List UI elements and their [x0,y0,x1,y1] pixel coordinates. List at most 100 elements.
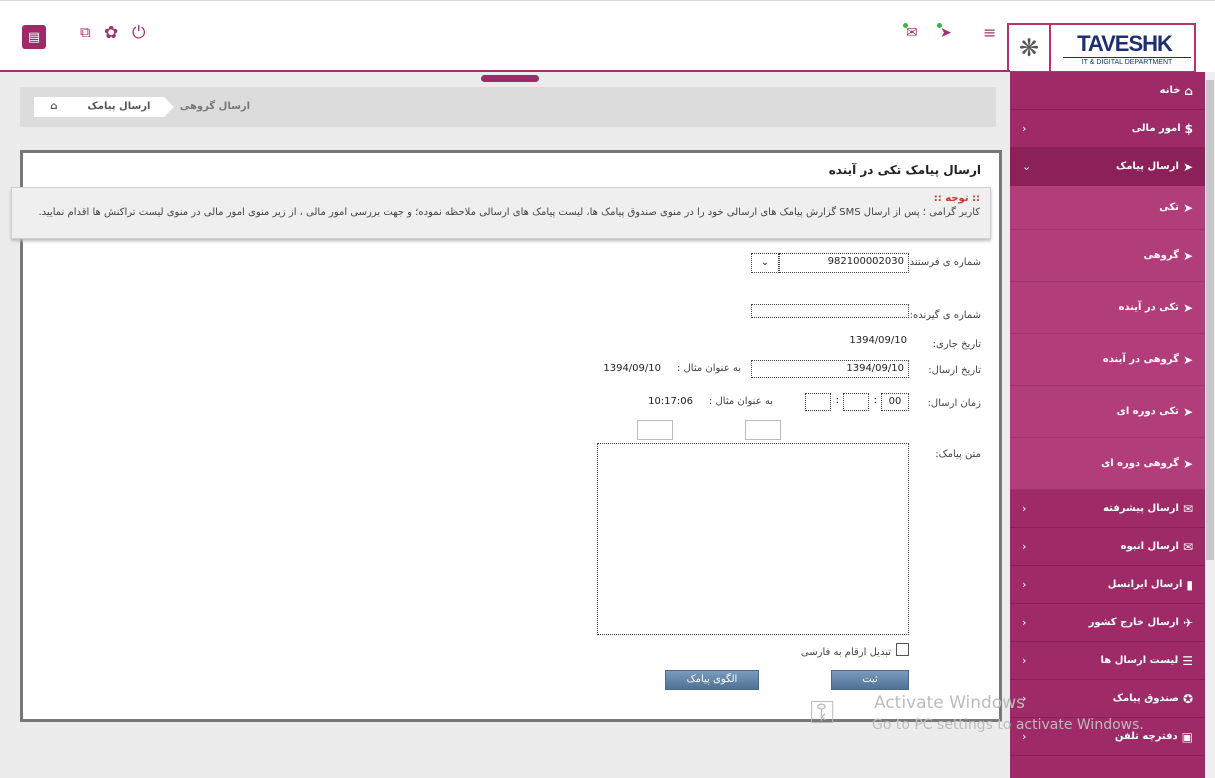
sender-select[interactable]: 982100002030 [779,253,909,273]
sidebar-item-bulk-send[interactable]: ✉ ارسال انبوه ‹ [1010,528,1205,566]
sidebar-item-home[interactable]: ⌂ خانه [1010,72,1205,110]
send-icon: ➤ [1182,404,1193,419]
form-panel: ارسال پیامک تکی در آینده :: توجه :: کارب… [11,150,1002,722]
sidebar-item-label: ارسال انبوه [1120,541,1179,552]
sidebar-item-label: ارسال پیامک [1115,161,1179,172]
sidebar-subitem-single-future[interactable]: ➤ تکی در آینده [1010,282,1205,334]
sms-template-button[interactable]: الگوی پیامک [665,670,759,690]
send-time-example-value: 10:17:06 [648,396,693,407]
chevron-left-icon: ‹ [1022,502,1027,515]
logo-department: IT & DIGITAL DEPARTMENT [1063,57,1191,66]
watermark-line1: Activate Windows [874,693,1025,713]
message-textarea[interactable] [597,443,909,635]
list-icon: ☰ [1182,653,1193,668]
chevron-down-icon[interactable]: ⌄ [751,253,779,273]
logo-emblem-icon: ❋ [1009,25,1051,71]
sidebar-item-label: صندوق پیامک [1112,693,1179,704]
chevron-left-icon: ‹ [1022,616,1027,629]
chevron-left-icon: ‹ [1022,540,1027,553]
sidebar-subitem-label: تکی [1159,202,1179,213]
grid-icon[interactable]: ▤ [22,25,46,49]
convert-digits-label: تبدیل ارقام به فارسی [800,647,891,658]
send-icon: ➤ [1182,300,1193,315]
send-icon: ➤ [1182,352,1193,367]
company-logo: ❋ TAVESHK IT & DIGITAL DEPARTMENT [1007,23,1196,73]
logo-brand: TAVESHK [1077,31,1173,56]
menu-icon[interactable]: ≡ [983,23,996,42]
power-icon[interactable]: ⏻ [132,23,145,43]
sidebar-item-send-sms[interactable]: ➤ ارسال پیامک ⌄ [1010,148,1205,186]
send-status-dot [937,23,942,28]
mail-icon[interactable]: ✉ [906,25,918,41]
chevron-left-icon: ‹ [1022,654,1027,667]
page-title: ارسال پیامک تکی در آینده [828,163,981,177]
sidebar-subitem-label: گروهی در آینده [1102,354,1179,365]
plane-icon: ✈ [1182,615,1193,630]
sidebar-item-label: خانه [1159,85,1181,96]
sms-count-box [637,420,673,440]
sidebar-subitem-single-periodic[interactable]: ➤ تکی دوره ای [1010,386,1205,438]
submit-button[interactable]: ثبت [831,670,909,690]
send-time-minute-input[interactable] [843,393,869,411]
breadcrumb-item-group-send[interactable]: ارسال گروهی [170,97,260,117]
mail-status-dot [903,23,908,28]
sidebar-item-label: ارسال پیشرفته [1103,503,1179,514]
home-icon: ⌂ [1184,83,1193,98]
send-date-example-value: 1394/09/10 [603,363,661,374]
mail-icon: ✉ [1182,501,1193,516]
breadcrumb-item-send-sms[interactable]: ارسال پیامک [74,97,164,117]
send-time-example-label: به عنوان مثال : [708,396,773,407]
watermark-line2: Go to PC settings to activate Windows. [872,717,1144,733]
time-separator-2: : [835,395,839,406]
sidebar-item-label: امور مالی [1131,123,1181,134]
book-icon: ▣ [1181,729,1193,744]
receiver-input[interactable] [751,304,909,318]
current-date-value: 1394/09/10 [849,335,907,346]
dollar-icon: $ [1184,121,1193,136]
message-label: متن پیامک: [935,449,981,460]
current-date-label: تاریخ جاری: [932,339,981,350]
collapse-handle[interactable] [481,75,539,82]
sidebar-item-finance[interactable]: $ امور مالی ‹ [1010,110,1205,148]
scrollbar-thumb[interactable] [1206,80,1214,560]
copy-icon[interactable]: ⧉ [80,23,91,41]
notice-title: :: توجه :: [933,193,980,204]
sidebar-item-advanced-send[interactable]: ✉ ارسال پیشرفته ‹ [1010,490,1205,528]
chevron-left-icon: ‹ [1022,578,1027,591]
gear-icon[interactable]: ✿ [104,23,118,43]
send-date-input[interactable]: 1394/09/10 [751,360,909,378]
send-icon: ➤ [1182,159,1193,174]
convert-digits-checkbox[interactable] [896,643,909,656]
sidebar-item-label: ارسال خارج کشور [1088,617,1179,628]
send-time-second-input[interactable] [805,393,831,411]
breadcrumb-home-icon[interactable]: ⌂ [34,97,74,117]
sidebar-subitem-label: گروهی [1143,250,1179,261]
time-separator: : [873,395,877,406]
sidebar: ⌂ خانه $ امور مالی ‹ ➤ ارسال پیامک ⌄ ➤ ت… [1010,72,1205,778]
sender-label: شماره ی فرستنده: [900,257,981,268]
scrollbar[interactable] [1205,72,1215,778]
chevron-down-icon: ⌄ [1022,160,1032,173]
breadcrumb: ⌂ ارسال پیامک ارسال گروهی [20,87,996,127]
sim-icon: ▮ [1186,577,1193,592]
sidebar-item-label: لیست ارسال ها [1100,655,1179,666]
sidebar-subitem-label: تکی در آینده [1118,302,1179,313]
char-count-box [745,420,781,440]
send-icon: ➤ [1182,248,1193,263]
sidebar-item-label: ارسال ایرانسل [1107,579,1183,590]
send-date-label: تاریخ ارسال: [928,365,981,376]
sidebar-item-irancell-send[interactable]: ▮ ارسال ایرانسل ‹ [1010,566,1205,604]
sidebar-subitem-single[interactable]: ➤ تکی [1010,186,1205,230]
send-icon[interactable]: ➤ [940,25,952,41]
sidebar-item-international-send[interactable]: ✈ ارسال خارج کشور ‹ [1010,604,1205,642]
top-header: ▤ ⧉ ✿ ⏻ ✉ ➤ ≡ ❋ TAVESHK IT & DIGITAL DEP… [0,0,1215,73]
sidebar-subitem-group-future[interactable]: ➤ گروهی در آینده [1010,334,1205,386]
key-icon: ⚿ [810,693,835,731]
send-icon: ➤ [1182,456,1193,471]
send-time-hour-input[interactable]: 00 [881,393,909,411]
sidebar-subitem-group[interactable]: ➤ گروهی [1010,230,1205,282]
sidebar-subitem-group-periodic[interactable]: ➤ گروهی دوره ای [1010,438,1205,490]
sidebar-item-send-list[interactable]: ☰ لیست ارسال ها ‹ [1010,642,1205,680]
sidebar-subitem-label: گروهی دوره ای [1101,458,1179,469]
sidebar-item-sms-inbox[interactable]: ✪ صندوق پیامک ‹ [1010,680,1205,718]
